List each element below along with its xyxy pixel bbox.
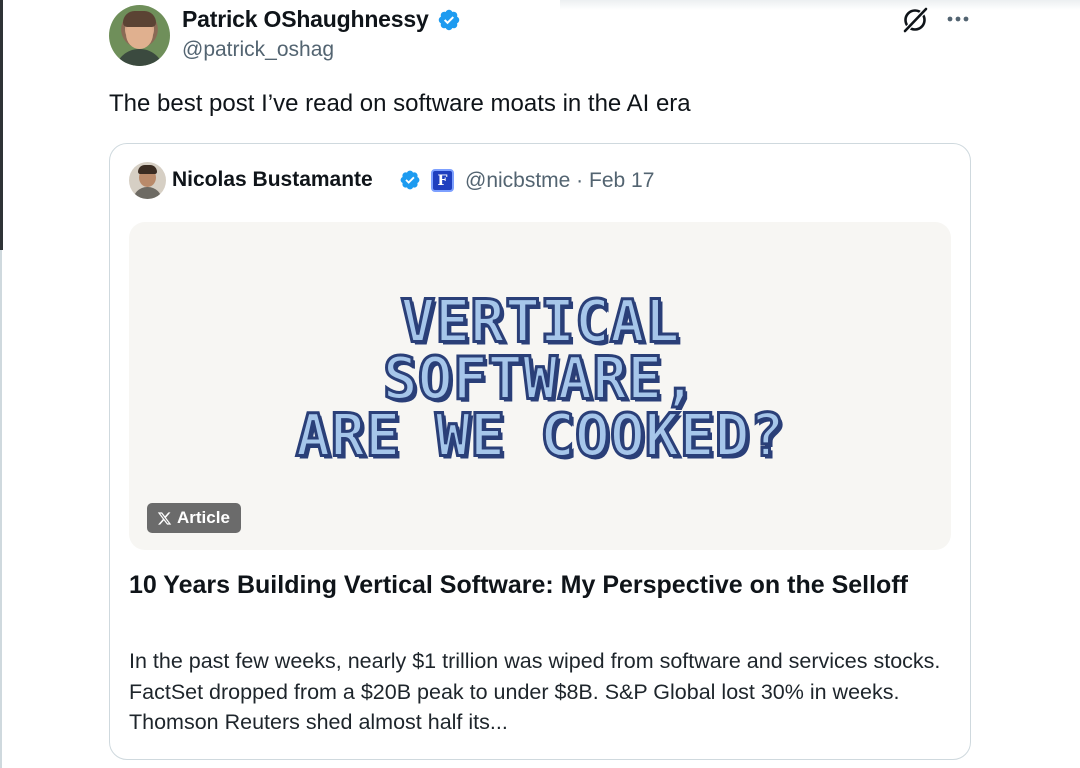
post-text: The best post I’ve read on software moat…	[109, 90, 691, 117]
author-avatar[interactable]	[109, 5, 170, 66]
avatar-shirt	[115, 49, 164, 66]
cover-title: VERTICAL SOFTWARE, ARE WE COOKED?	[129, 286, 951, 470]
more-icon[interactable]	[945, 6, 971, 32]
cover-title-line: SOFTWARE,	[381, 343, 698, 413]
author-name[interactable]: Patrick OShaughnessy	[182, 6, 429, 33]
article-badge: Article	[147, 503, 241, 533]
x-logo-icon	[157, 511, 172, 525]
article-cover-image[interactable]: VERTICAL SOFTWARE, ARE WE COOKED? Articl…	[129, 222, 951, 550]
author-handle[interactable]: @patrick_oshag	[182, 38, 334, 62]
cover-title-line: ARE WE COOKED?	[294, 400, 786, 470]
avatar-hair	[123, 11, 156, 27]
window-edge-light	[0, 250, 2, 768]
article-headline[interactable]: 10 Years Building Vertical Software: My …	[129, 570, 949, 601]
verified-badge-icon	[438, 9, 460, 31]
cover-title-line: VERTICAL	[399, 286, 681, 356]
verified-badge-icon	[400, 170, 420, 190]
avatar-body	[133, 187, 162, 199]
top-shadow	[560, 0, 1080, 10]
quoted-handle-date[interactable]: @nicbstme · Feb 17	[465, 169, 654, 193]
quoted-author-avatar[interactable]	[129, 162, 166, 199]
article-excerpt: In the past few weeks, nearly $1 trillio…	[129, 649, 941, 734]
grok-icon[interactable]	[900, 5, 930, 35]
quoted-post-card[interactable]: Nicolas Bustamante F @nicbstme · Feb 17 …	[109, 143, 971, 760]
window-edge	[0, 0, 3, 250]
avatar-hair	[138, 165, 157, 174]
article-badge-label: Article	[177, 508, 230, 527]
quoted-author-name[interactable]: Nicolas Bustamante	[172, 168, 373, 192]
affiliate-badge-icon[interactable]: F	[431, 169, 454, 192]
